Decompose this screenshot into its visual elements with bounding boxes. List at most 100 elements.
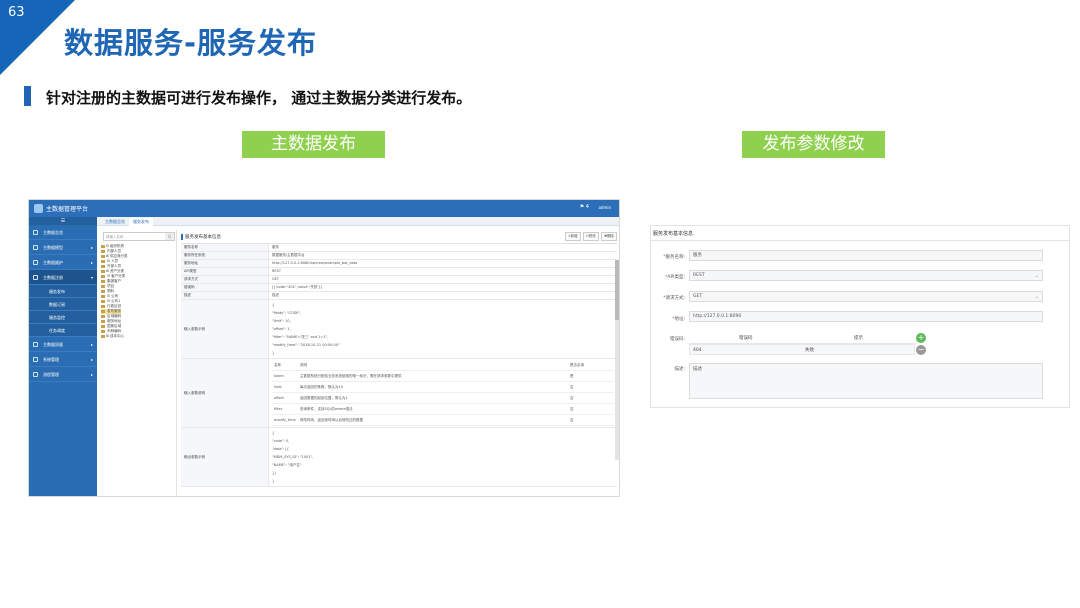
folder-icon (101, 314, 105, 318)
folder-icon (101, 289, 105, 293)
logo-icon (34, 204, 43, 213)
sidebar: ☰ 主数据总览 主数据模型 ▸ 主数据维护 ▸ 主数据注册 ▾ 服务发布 数据订阅 服… (29, 217, 97, 496)
param-head: 名称 说明 是否必填 (272, 360, 614, 371)
tree-search-input[interactable]: 请输入名称 Q (103, 232, 175, 241)
chevron-icon: ▸ (90, 357, 93, 362)
sidebar-item-monitor[interactable]: 服务监控 (29, 311, 97, 324)
error-code-table-header: 错误码 提示 (689, 333, 915, 344)
table-row: 服务名称 服务 (181, 244, 617, 252)
chevron-down-icon: ⌄ (1034, 273, 1039, 279)
search-icon[interactable]: Q (165, 233, 174, 240)
folder-icon (101, 249, 105, 253)
param-row: filter 查询条件，支持SQL的where语法否 (272, 404, 614, 415)
address-input[interactable]: http://127.0.0.1:8090 (689, 311, 1043, 322)
folder-icon (101, 244, 105, 248)
gear-icon (33, 245, 38, 250)
folder-icon (101, 284, 105, 288)
param-row: limit 每次返回的条数，默认为10 否 (272, 382, 614, 393)
folder-icon (101, 254, 105, 258)
edit-icon (33, 260, 38, 265)
folder-icon (101, 304, 105, 308)
master-data-publish-screenshot: 主数据管理平台 ⚑ 4 admin ☰ 主数据总览 主数据模型 ▸ 主数据维护 ▸ … (28, 199, 620, 497)
api-type-select[interactable]: REST ⌄ (689, 270, 1043, 281)
publish-detail-panel: 服务发布基本信息 +新增 ↺修改 ✖删除 服务名称 服务 服务所在系统 数据服务/主… (179, 230, 619, 496)
folder-icon (101, 294, 105, 298)
publish-params-edit-screenshot: 服务发布基本信息 *服务名称: 服务 *API类型: REST ⌄ *请求方式:… (650, 225, 1070, 408)
edit-form-header: 服务发布基本信息 (651, 226, 1069, 241)
app-name: 主数据管理平台 (46, 206, 89, 213)
add-button[interactable]: +新增 (564, 232, 581, 241)
sidebar-item-process[interactable]: 流程管理 ▸ (29, 367, 97, 382)
folder-icon (101, 334, 105, 338)
api-type-label: *API类型: (665, 275, 685, 280)
scrollbar-thumb[interactable] (615, 260, 619, 320)
folder-icon (101, 324, 105, 328)
chevron-down-icon: ⌄ (1034, 294, 1039, 300)
sidebar-item-maintain[interactable]: 主数据维护 ▸ (29, 255, 97, 270)
service-name-input[interactable]: 服务 (689, 250, 1043, 261)
edit-form-title: 服务发布基本信息 (653, 231, 694, 237)
service-name-label: *服务名称: (663, 255, 685, 260)
table-row: 错误码 [{'code':'404','value':'失败'}] (181, 284, 617, 292)
slide-subtitle: 针对注册的主数据可进行发布操作， 通过主数据分类进行发布。 (46, 89, 472, 107)
detail-grid: 服务名称 服务 服务所在系统 数据服务/主数据平台 服务地址 http://127.0… (181, 243, 617, 487)
input-desc-row: 输入参数说明 名称 说明 是否必填 token 主数据系统分配给业务系统使用的唯一标识… (181, 359, 617, 428)
sidebar-item-schedule[interactable]: 任务调度 (29, 324, 97, 337)
notification-icon[interactable]: ⚑ 4 (580, 204, 589, 210)
shield-icon (33, 342, 38, 347)
delete-button[interactable]: ✖删除 (601, 232, 617, 241)
folder-icon (33, 275, 38, 280)
sidebar-item-overview[interactable]: 主数据总览 (29, 225, 97, 240)
sidebar-item-system[interactable]: 系统管理 ▸ (29, 352, 97, 367)
error-tip-input[interactable]: 失败 (805, 345, 814, 356)
table-row: 服务所在系统 数据服务/主数据平台 (181, 252, 617, 260)
add-row-icon[interactable]: + (916, 333, 926, 343)
folder-icon (101, 319, 105, 323)
sidebar-item-publish[interactable]: 服务发布 (29, 285, 97, 298)
tab-overview[interactable]: 主数据总览 (101, 218, 129, 226)
table-row: 描述 描述 (181, 292, 617, 300)
error-code-row: 404 失败 (689, 344, 915, 355)
tab-service-publish[interactable]: 服务发布 (129, 218, 153, 226)
remove-row-icon[interactable]: − (916, 345, 926, 355)
app-header: 主数据管理平台 ⚑ 4 admin (29, 200, 619, 217)
sidebar-item-model[interactable]: 主数据模型 ▸ (29, 240, 97, 255)
folder-icon (101, 329, 105, 333)
address-label: *地址: (672, 317, 685, 322)
detail-toolbar: +新增 ↺修改 ✖删除 (564, 232, 617, 241)
description-textarea[interactable]: 描述 (689, 363, 1043, 399)
sidebar-item-register[interactable]: 主数据注册 ▾ (29, 270, 97, 285)
param-row: modify_time 修改时间，返回该时间以后修改过的数据否 (272, 415, 614, 426)
detail-title: 服务发布基本信息 (181, 234, 221, 240)
subtitle-marker (24, 86, 31, 106)
tag-publish-params-edit: 发布参数修改 (742, 131, 885, 158)
input-example-row: 输入参数示例 { "fields": "CODE", "limit": 10, … (181, 300, 617, 359)
table-row: 请求方式 GET (181, 276, 617, 284)
category-tree: 请输入名称 Q ⊟ 组织机构 内部人员 ⊞ 供应商分类 ⊟ 人员 外部人员 ⊞ … (99, 230, 177, 496)
error-code-input[interactable]: 404 (693, 345, 702, 356)
folder-icon (101, 299, 105, 303)
tab-bar: 主数据总览 服务发布 (97, 217, 619, 226)
flow-icon (33, 372, 38, 377)
menu-toggle-icon[interactable]: ☰ (29, 217, 97, 225)
method-select[interactable]: GET ⌄ (689, 291, 1043, 302)
cog-icon (33, 357, 38, 362)
folder-icon (101, 309, 105, 313)
chevron-icon: ▸ (90, 245, 93, 250)
sidebar-item-subscribe[interactable]: 数据订阅 (29, 298, 97, 311)
table-row: 服务地址 http://127.0.0.1:8080/api/rest/examp… (181, 260, 617, 268)
sidebar-item-quality[interactable]: 主数据质量 ▸ (29, 337, 97, 352)
table-row: API类型 REST (181, 268, 617, 276)
tag-master-data-publish: 主数据发布 (242, 131, 385, 158)
chevron-icon: ▸ (90, 342, 93, 347)
user-menu[interactable]: admin (598, 205, 611, 210)
param-row: token 主数据系统分配给业务系统使用的唯一标识，需在请求参数中提供是 (272, 371, 614, 382)
page-number: 63 (8, 5, 25, 20)
description-label: 描述: (674, 367, 685, 372)
error-code-label: 错误码: (669, 337, 685, 342)
chevron-icon: ▾ (90, 275, 93, 280)
tree-node[interactable]: ⊞ 成本中心 (101, 334, 124, 339)
folder-icon (101, 259, 105, 263)
chevron-icon: ▸ (90, 372, 93, 377)
edit-button[interactable]: ↺修改 (582, 232, 599, 241)
